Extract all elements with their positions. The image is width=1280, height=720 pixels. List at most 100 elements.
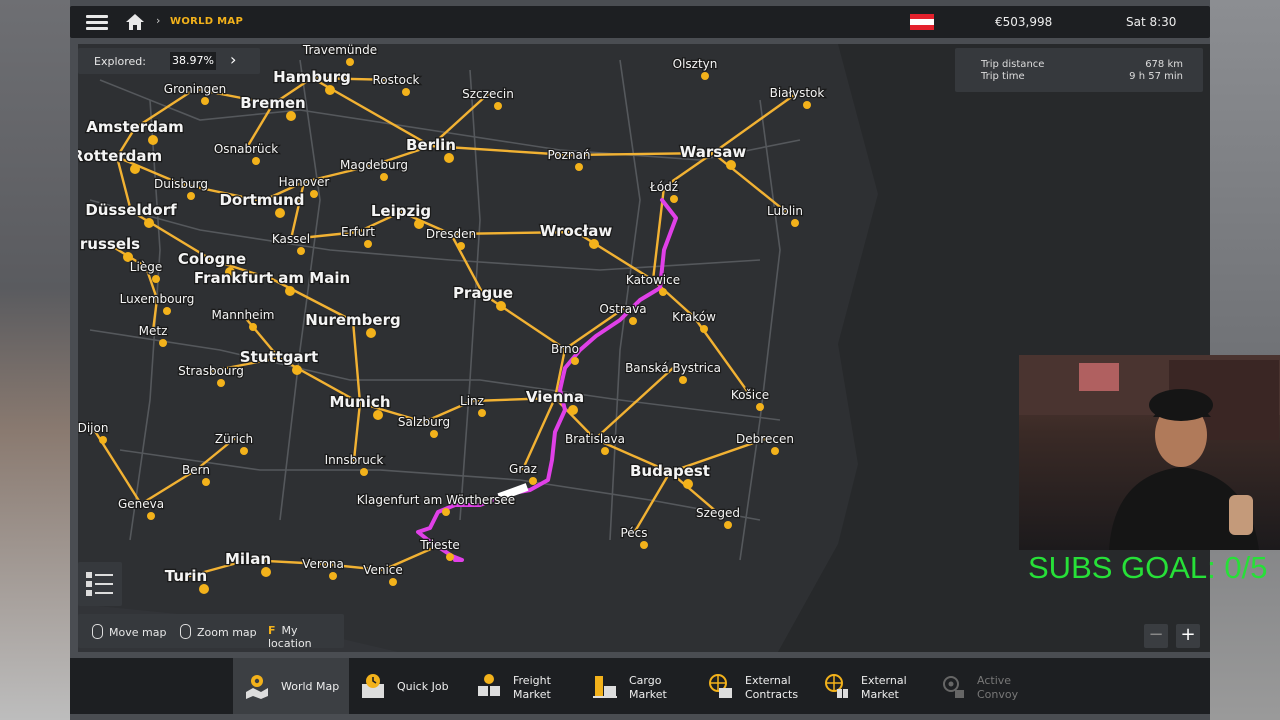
city-dot bbox=[99, 436, 107, 444]
city-label: Graz bbox=[509, 462, 537, 476]
city-label: Innsbruck bbox=[325, 453, 384, 467]
city-dot bbox=[147, 512, 155, 520]
city-dot bbox=[159, 339, 167, 347]
city-dot bbox=[496, 301, 506, 311]
money-balance: €503,998 bbox=[995, 15, 1053, 29]
mouse-wheel-icon bbox=[180, 624, 191, 639]
city-label: Strasbourg bbox=[178, 364, 244, 378]
city-dot bbox=[457, 242, 465, 250]
city-dot bbox=[261, 567, 271, 577]
zoom-out-button[interactable]: − bbox=[1144, 624, 1168, 648]
city-label: Budapest bbox=[630, 462, 710, 480]
city-dot bbox=[589, 239, 599, 249]
hotkey-f: F bbox=[268, 624, 276, 637]
city-label: Bratislava bbox=[565, 432, 625, 446]
city-label: Turin bbox=[165, 567, 207, 585]
city-label: Bremen bbox=[240, 94, 306, 112]
tab-active-convoy[interactable]: Active Convoy bbox=[929, 658, 1045, 714]
city-dot bbox=[679, 376, 687, 384]
city-dot bbox=[756, 403, 764, 411]
city-dot bbox=[568, 405, 578, 415]
tab-cargo-market[interactable]: Cargo Market bbox=[581, 658, 697, 714]
city-dot bbox=[130, 164, 140, 174]
world-map-icon bbox=[246, 675, 268, 699]
city-dot bbox=[389, 578, 397, 586]
zoom-in-button[interactable]: + bbox=[1176, 624, 1200, 648]
trip-time-value: 9 h 57 min bbox=[1129, 71, 1183, 82]
legend-list-icon bbox=[86, 572, 113, 596]
city-dot bbox=[329, 572, 337, 580]
city-dot bbox=[442, 508, 450, 516]
external-contracts-icon bbox=[709, 674, 732, 698]
city-label: Berlin bbox=[406, 136, 456, 154]
explored-value: 38.97% bbox=[170, 52, 216, 70]
quick-job-icon bbox=[362, 674, 384, 698]
city-label: Groningen bbox=[164, 82, 226, 96]
city-label: Luxembourg bbox=[120, 292, 195, 306]
city-label: Metz bbox=[139, 324, 168, 338]
city-label: Stuttgart bbox=[240, 348, 318, 366]
city-label: Rotterdam bbox=[78, 147, 162, 165]
city-label: Kassel bbox=[272, 232, 310, 246]
city-label: Venice bbox=[363, 563, 403, 577]
city-label: Debrecen bbox=[736, 432, 794, 446]
chevron-right-icon[interactable]: › bbox=[230, 50, 236, 69]
menu-icon[interactable] bbox=[86, 12, 108, 32]
breadcrumb[interactable]: WORLD MAP bbox=[170, 16, 243, 27]
hint-move-map: Move map bbox=[92, 624, 166, 639]
city-label: Osnabrück bbox=[214, 142, 278, 156]
trip-distance-value: 678 km bbox=[1145, 59, 1183, 70]
city-dot bbox=[430, 430, 438, 438]
cargo-market-icon bbox=[593, 676, 617, 698]
city-dot bbox=[240, 447, 248, 455]
city-label: Kraków bbox=[672, 310, 716, 324]
city-label: Travemünde bbox=[302, 44, 377, 57]
city-dot bbox=[252, 157, 260, 165]
city-label: Wrocław bbox=[540, 222, 613, 240]
city-label: Ostrava bbox=[599, 302, 646, 316]
city-dot bbox=[275, 208, 285, 218]
city-dot bbox=[444, 153, 454, 163]
tab-external-market[interactable]: External Market bbox=[813, 658, 929, 714]
city-label: Olsztyn bbox=[673, 57, 718, 71]
city-label: Magdeburg bbox=[340, 158, 408, 172]
city-label: Milan bbox=[225, 550, 271, 568]
city-dot bbox=[640, 541, 648, 549]
city-dot bbox=[292, 365, 302, 375]
city-dot bbox=[373, 410, 383, 420]
city-label: Leipzig bbox=[371, 202, 431, 220]
city-dot bbox=[726, 160, 736, 170]
city-label: Verona bbox=[302, 557, 344, 571]
city-label: russels bbox=[80, 235, 140, 253]
city-label: Linz bbox=[460, 394, 484, 408]
explored-label: Explored: bbox=[94, 55, 146, 68]
city-dot bbox=[163, 307, 171, 315]
city-label: Poznań bbox=[547, 148, 590, 162]
city-label: Vienna bbox=[526, 388, 584, 406]
mouse-icon bbox=[92, 624, 103, 639]
city-dot bbox=[286, 111, 296, 121]
city-dot bbox=[285, 286, 295, 296]
hint-my-location[interactable]: F My location bbox=[268, 624, 344, 650]
city-label: Zürich bbox=[215, 432, 253, 446]
legend-button[interactable] bbox=[78, 562, 122, 606]
city-dot bbox=[297, 247, 305, 255]
home-icon[interactable] bbox=[124, 12, 146, 32]
tab-freight-market[interactable]: Freight Market bbox=[465, 658, 581, 714]
tab-world-map[interactable]: World Map bbox=[233, 658, 349, 714]
tab-external-contracts[interactable]: External Contracts bbox=[697, 658, 813, 714]
city-dot bbox=[360, 468, 368, 476]
city-dot bbox=[446, 553, 454, 561]
city-label: Szczecin bbox=[462, 87, 514, 101]
city-dot bbox=[529, 477, 537, 485]
chevron-right-icon: › bbox=[156, 14, 161, 27]
convoy-icon bbox=[943, 676, 964, 698]
trip-info-panel: Trip distance 678 km Trip time 9 h 57 mi… bbox=[955, 48, 1203, 92]
city-dot bbox=[402, 88, 410, 96]
city-label: Salzburg bbox=[398, 415, 450, 429]
city-dot bbox=[217, 379, 225, 387]
city-dot bbox=[575, 163, 583, 171]
tab-quick-job[interactable]: Quick Job bbox=[349, 658, 465, 714]
city-dot bbox=[201, 97, 209, 105]
city-dot bbox=[771, 447, 779, 455]
